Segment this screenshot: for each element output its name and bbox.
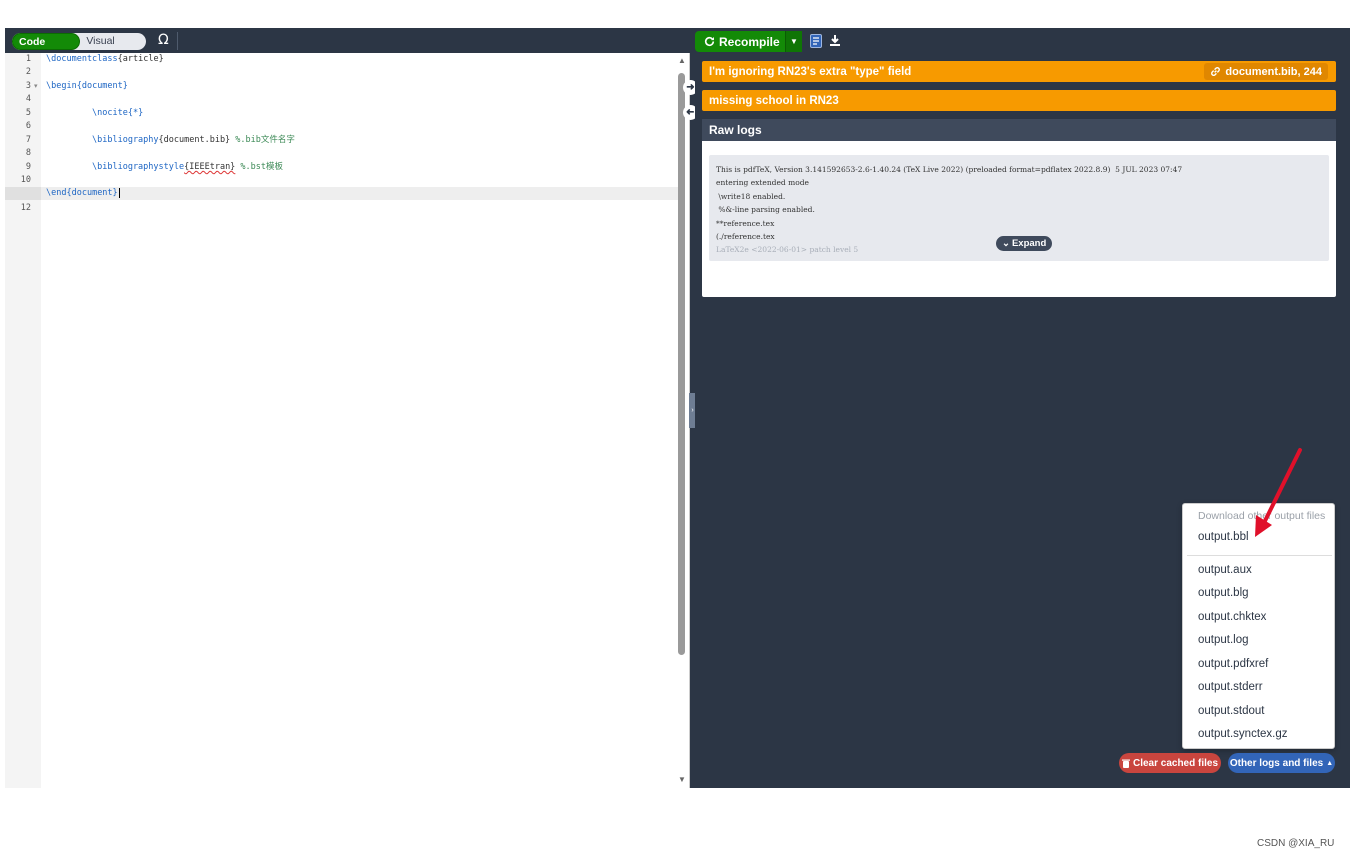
code-editor[interactable]: 1 2 3 ▾ 4 5 6 7 8 9 10 11 12 \documentcl… <box>5 53 690 788</box>
editor-scrollbar-thumb[interactable] <box>678 73 685 655</box>
log-line: This is pdfTeX, Version 3.141592653-2.6-… <box>716 165 1183 174</box>
dropdown-item-bbl[interactable]: output.bbl <box>1198 531 1249 543</box>
active-line-highlight <box>41 187 679 200</box>
code-line-1[interactable]: \documentclass{article} <box>46 53 164 66</box>
scroll-up-arrow-icon[interactable]: ▲ <box>678 56 686 65</box>
watermark-text: CSDN @XIA_RU <box>1257 838 1335 849</box>
latex-command: \nocite <box>92 108 128 118</box>
link-icon <box>1211 67 1221 76</box>
visual-editor-button[interactable]: Visual Editor <box>80 33 146 64</box>
trash-icon <box>1121 759 1130 768</box>
code-line-7[interactable]: \bibliography{document.bib} %.bib文件名字 <box>92 134 295 147</box>
latex-argument-spellcheck: {IEEEtran} <box>184 162 236 172</box>
toolbar-divider <box>177 32 178 50</box>
code-line-11[interactable]: \end{document} <box>46 187 120 200</box>
overleaf-app: Code Editor Visual Editor Ω Recompile ▼ … <box>5 28 1350 788</box>
top-toolbar: Code Editor Visual Editor Ω Recompile ▼ <box>5 28 1350 65</box>
raw-logs-content: This is pdfTeX, Version 3.141592653-2.6-… <box>709 155 1329 261</box>
dropdown-item-log[interactable]: output.log <box>1198 634 1249 646</box>
clear-cached-files-label: Clear cached files <box>1132 757 1219 769</box>
latex-command: \end <box>46 188 67 198</box>
warning-message: I'm ignoring RN23's extra "type" field <box>709 65 912 78</box>
dropdown-item-chktex[interactable]: output.chktex <box>1198 611 1266 623</box>
expand-button[interactable]: ⌄ Expand <box>996 236 1053 251</box>
line-number: 12 <box>20 203 31 213</box>
caret-down-icon: ▼ <box>790 37 798 46</box>
chevron-down-icon: ⌄ <box>1002 238 1010 249</box>
expand-label: Expand <box>1011 238 1047 249</box>
scroll-down-arrow-icon[interactable]: ▼ <box>678 775 686 784</box>
caret-up-icon: ▲ <box>1326 759 1334 767</box>
latex-comment: %.bib文件名字 <box>230 135 295 145</box>
warning-entry[interactable]: I'm ignoring RN23's extra "type" field d… <box>702 61 1336 82</box>
recompile-label: Recompile <box>719 34 780 49</box>
latex-argument: {document} <box>76 81 128 91</box>
latex-comment: %.bst模板 <box>235 162 284 172</box>
line-number: 8 <box>25 148 31 158</box>
warning-message: missing school in RN23 <box>709 94 839 107</box>
line-number: 6 <box>25 121 31 131</box>
dropdown-divider <box>1187 555 1332 556</box>
document-icon <box>810 33 822 48</box>
line-number: 3 <box>25 81 31 91</box>
dropdown-item-synctex[interactable]: output.synctex.gz <box>1198 728 1288 740</box>
line-number: 7 <box>25 135 31 145</box>
dropdown-item-stdout[interactable]: output.stdout <box>1198 705 1265 717</box>
raw-logs-panel: Raw logs This is pdfTeX, Version 3.14159… <box>702 119 1336 297</box>
line-number: 4 <box>25 94 31 104</box>
latex-command: \bibliographystyle <box>92 162 185 172</box>
latex-argument: {document.bib} <box>158 135 231 145</box>
recompile-options-caret[interactable]: ▼ <box>785 31 802 52</box>
download-icon <box>830 35 840 46</box>
dropdown-item-stderr[interactable]: output.stderr <box>1198 681 1263 693</box>
annotation-arrow-icon <box>1255 448 1302 537</box>
dropdown-item-aux[interactable]: output.aux <box>1198 564 1252 576</box>
latex-command: \begin <box>46 81 77 91</box>
symbol-palette-button[interactable]: Ω <box>158 32 169 48</box>
log-line: entering extended mode <box>716 178 809 188</box>
line-number: 5 <box>25 108 31 118</box>
code-line-5[interactable]: \nocite{*} <box>92 107 143 120</box>
code-line-9[interactable]: \bibliographystyle{IEEEtran} %.bst模板 <box>92 161 283 174</box>
line-number: 1 <box>25 54 31 64</box>
log-line: %&-line parsing enabled. <box>716 205 815 215</box>
dropdown-item-blg[interactable]: output.blg <box>1198 587 1249 599</box>
chevron-right-icon: › <box>691 407 694 414</box>
line-number: 10 <box>20 175 31 185</box>
other-logs-files-button[interactable]: Other logs and files ▲ <box>1228 753 1335 773</box>
active-line-gutter <box>5 187 41 200</box>
dropdown-item-pdfxref[interactable]: output.pdfxref <box>1198 658 1268 670</box>
editor-mode-toggle[interactable]: Code Editor Visual Editor <box>12 33 146 65</box>
file-reference-label: document.bib, 244 <box>1225 65 1322 78</box>
download-pdf-button[interactable] <box>828 33 842 48</box>
raw-logs-header[interactable]: Raw logs <box>702 119 1336 141</box>
latex-argument: {article} <box>117 54 164 64</box>
other-logs-files-label: Other logs and files <box>1229 757 1324 769</box>
line-number: 9 <box>25 162 31 172</box>
latex-argument: {document} <box>66 188 118 198</box>
refresh-icon <box>704 36 715 47</box>
latex-command: \documentclass <box>46 54 118 64</box>
line-number: 2 <box>25 67 31 77</box>
file-reference-link[interactable]: document.bib, 244 <box>1204 63 1328 80</box>
code-line-3[interactable]: \begin{document} <box>46 80 128 93</box>
raw-logs-title: Raw logs <box>709 123 762 137</box>
text-cursor <box>118 188 120 198</box>
log-line: \write18 enabled. <box>716 191 786 201</box>
log-line: **reference.tex <box>716 218 775 228</box>
fold-arrow-icon[interactable]: ▾ <box>34 82 38 90</box>
warning-entry[interactable]: missing school in RN23 <box>702 90 1336 111</box>
view-logs-button[interactable] <box>809 33 823 48</box>
line-number-gutter: 1 2 3 ▾ 4 5 6 7 8 9 10 11 12 <box>5 53 41 788</box>
clear-cached-files-button[interactable]: Clear cached files <box>1119 753 1221 773</box>
latex-argument: {*} <box>127 108 144 118</box>
code-editor-button[interactable]: Code Editor <box>12 33 81 65</box>
latex-command: \bibliography <box>92 135 159 145</box>
